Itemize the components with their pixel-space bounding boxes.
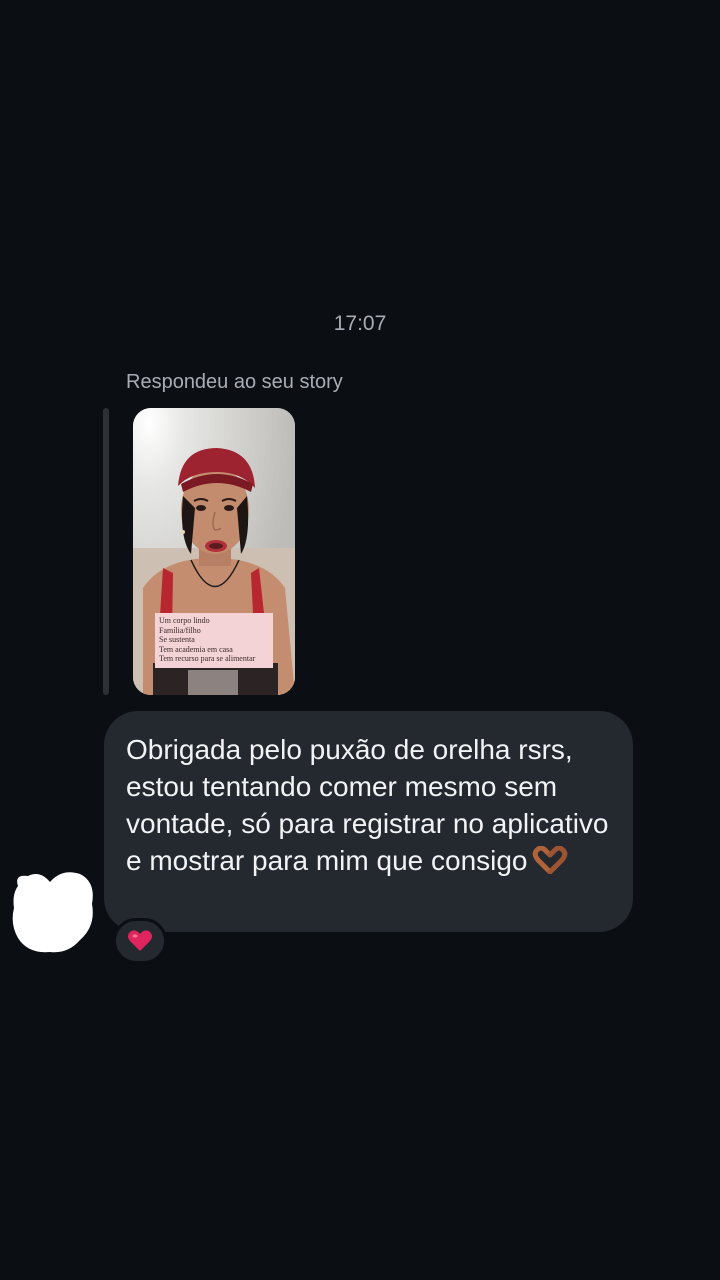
story-text-line: Família/filho	[159, 625, 201, 635]
story-text-line: Tem recurso para se alimentar	[159, 654, 256, 663]
red-heart-icon	[128, 930, 152, 951]
story-text-overlay: Um corpo lindo Família/filho Se sustenta…	[155, 613, 273, 668]
message-timestamp: 17:07	[333, 312, 387, 335]
avatar-redacted-shape	[12, 872, 93, 953]
story-text-line: Um corpo lindo	[159, 616, 210, 625]
heart-hands-icon	[532, 845, 568, 883]
avatar[interactable]	[10, 868, 96, 954]
story-thumbnail[interactable]: Um corpo lindo Família/filho Se sustenta…	[133, 408, 295, 695]
chat-screen: 17:07 Respondeu ao seu story Um corpo li…	[0, 0, 720, 1280]
story-text-line: Se sustenta	[159, 635, 195, 644]
story-reply-caption: Respondeu ao seu story	[126, 371, 343, 393]
reaction-badge[interactable]	[113, 918, 167, 964]
story-text-line: Tem academia em casa	[159, 644, 233, 654]
reply-indicator-bar	[103, 408, 109, 695]
message-text: Obrigada pelo puxão de orelha rsrs, esto…	[126, 731, 609, 883]
message-bubble[interactable]: Obrigada pelo puxão de orelha rsrs, esto…	[104, 711, 633, 932]
